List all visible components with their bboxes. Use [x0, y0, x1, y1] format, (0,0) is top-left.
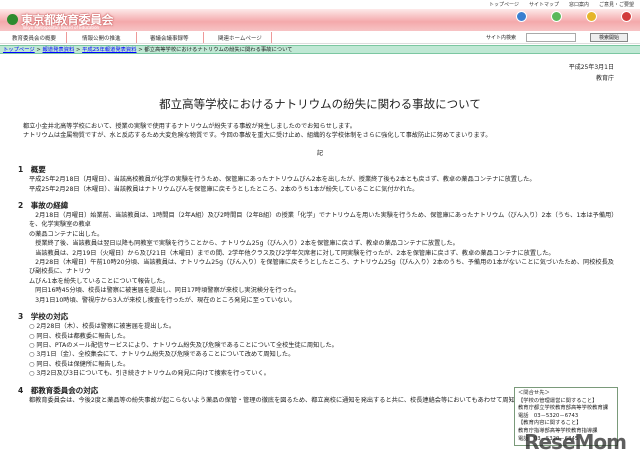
top-link-guide[interactable]: 窓口案内 [569, 1, 589, 8]
ki-mark: 記 [316, 149, 324, 157]
section-line: 平成25年2月28日（木曜日）、当該教員はナトリウムびんを保管庫に戻そうとしたと… [29, 185, 419, 193]
section-heading: 3 学校の対応 [18, 312, 69, 322]
home-icon[interactable] [516, 11, 527, 22]
nav-links[interactable]: 関連ホームページ [218, 34, 262, 42]
section-line: 3月1日10時頃、警視庁から3人が来校し捜査を行ったが、現在のところ発見に至って… [29, 296, 296, 304]
contact-line: 教育庁都立学校教育部高等学校教育課 [518, 405, 609, 412]
section-3: 3 学校の対応 ○ 2月28日（木）、校長は警察に被害届を提出した。 ○ 同日、校長… [18, 311, 617, 378]
breadcrumb: トップページ > 報道発表資料 > 平成25年報道発表資料 > 都立高等学校にお… [0, 45, 640, 54]
section-1: 1 概要 平成25年2月18日（月曜日）、当該高校教員が化学の実験を行うため、保管… [18, 164, 617, 194]
breadcrumb-press[interactable]: 報道発表資料 [43, 47, 75, 53]
sitemap-icon[interactable] [551, 11, 562, 22]
search-input[interactable] [526, 33, 576, 42]
section-heading: 1 概要 [18, 165, 46, 175]
breadcrumb-press-2013[interactable]: 平成25年報道発表資料 [82, 47, 136, 53]
section-line: ○ 2月28日（木）、校長は警察に被害届を提出した。 [29, 323, 176, 331]
search-button[interactable]: 検索開始 [590, 33, 628, 42]
department: 教育庁 [595, 75, 614, 82]
intro-line: 都立小金井北高等学校において、授業の実験で使用するナトリウムが紛失する事故が発生… [23, 123, 356, 130]
article-body: 都立小金井北高等学校において、授業の実験で使用するナトリウムが紛失する事故が発生… [18, 122, 617, 405]
nav-overview[interactable]: 教育委員会の概要 [12, 34, 56, 42]
breadcrumb-top[interactable]: トップページ [3, 47, 35, 53]
section-line: ○ 3月1日（金）、全校集会にて、ナトリウム紛失及び危険であることについて改めて… [29, 351, 295, 359]
nav-minutes[interactable]: 審議会議事録等 [150, 34, 189, 42]
section-line: 同日16時45分頃、校長は警察に被害届を提出し、同日17時頃警察が来校し実況検分… [29, 287, 301, 295]
nav-disclosure[interactable]: 情報公開の推進 [82, 34, 121, 42]
section-line: 当該教員は、2月19日（火曜日）から及び21日（木曜日）までの間、2学年他クラス… [29, 249, 555, 257]
top-link-feedback[interactable]: ご意見・ご要望 [599, 1, 634, 8]
section-line: ○ 3月2日及び3日についても、引き続きナトリウムの発見に向けて捜索を行っていく… [29, 370, 270, 378]
mail-icon[interactable] [621, 11, 632, 22]
search-label: サイト内検索 [486, 35, 517, 41]
breadcrumb-current: 都立高等学校におけるナトリウムの紛失に関わる事故について [144, 47, 293, 53]
section-2: 2 事故の経緯 2月18日（月曜日）始業前、当該教員は、1時間目（2年A組）及び… [18, 200, 617, 305]
page-title: 都立高等学校におけるナトリウムの紛失に関わる事故について [159, 97, 481, 111]
section-line: ムびん1本を紛失していることについて報告した。 [29, 277, 169, 285]
section-line: ○ 同日、校長は保健所に報告した。 [29, 360, 130, 368]
section-line: の薬品コンテナに出した。 [29, 230, 104, 238]
site-logo-en: Tokyo Metropolitan Board of Education [22, 25, 100, 30]
top-link-sitemap[interactable]: サイトマップ [529, 1, 559, 8]
top-link-home[interactable]: トップページ [489, 1, 519, 8]
section-line: ○ 同日、PTAのメール配信サービスにより、ナトリウム紛失及び危険であることにつ… [29, 341, 338, 349]
site-header: 東京都教育委員会 Tokyo Metropolitan Board of Edu… [0, 0, 640, 31]
intro-line: ナトリウムは金属物質ですが、水と反応するため大変危険な物質です。今回の事故を重大… [23, 132, 492, 140]
publish-date: 平成25年3月1日 [568, 64, 614, 71]
section-heading: 2 事故の経緯 [18, 201, 69, 211]
global-nav: 教育委員会の概要 情報公開の推進 審議会議事録等 関連ホームページ サイト内検索… [0, 31, 640, 44]
section-line: 2月28日（木曜日）午前10時20分頃、当該教員は、ナトリウム25g（びん入り）… [29, 259, 614, 276]
contact-line: 【教育内容に関すること】 [518, 420, 582, 427]
contact-line: ＜問合せ先＞ [518, 390, 550, 396]
info-icon[interactable] [586, 11, 597, 22]
logo-tree-icon [7, 14, 18, 25]
section-line: 2月18日（月曜日）始業前、当該教員は、1時間目（2年A組）及び2時間目（2年B… [29, 212, 615, 229]
section-line: ○ 同日、校長は都教委に報告した。 [29, 332, 130, 340]
section-line: 平成25年2月18日（月曜日）、当該高校教員が化学の実験を行うため、保管庫にあっ… [29, 176, 536, 184]
watermark-logo: ReseMom [524, 430, 627, 454]
section-line: 授業終了後、当該教員は翌日以降も同教室で実験を行うことから、ナトリウム25g（び… [29, 240, 459, 248]
